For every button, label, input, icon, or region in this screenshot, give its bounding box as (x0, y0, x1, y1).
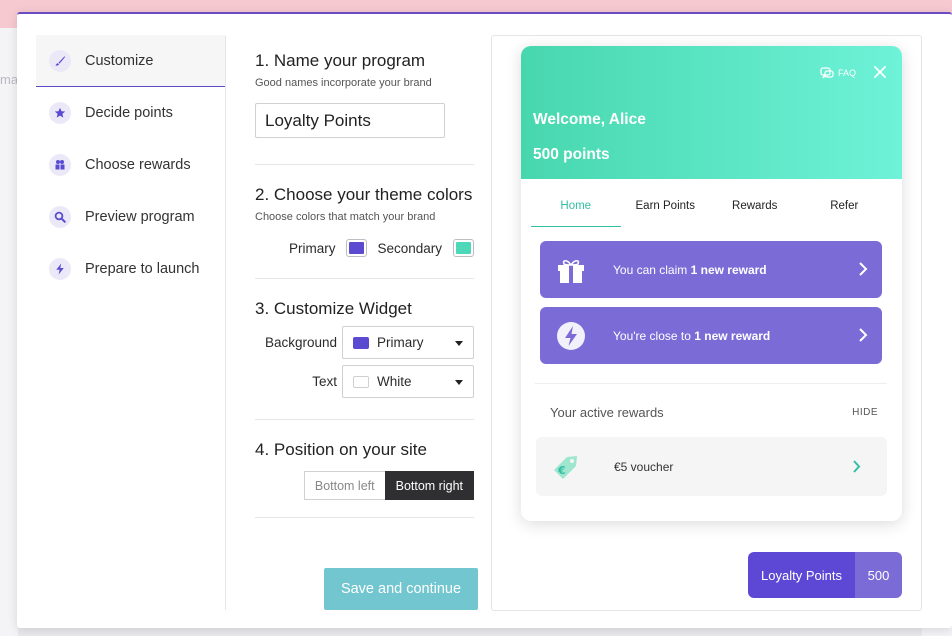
background-row: Background Primary (255, 326, 474, 359)
step-hint: Good names incorporate your brand (255, 77, 432, 89)
sidebar-item-customize[interactable]: Customize (36, 35, 226, 87)
chevron-right-icon (859, 328, 868, 342)
color-chip (353, 375, 369, 388)
background-select[interactable]: Primary (342, 326, 474, 359)
secondary-label: Secondary (377, 240, 442, 256)
text-color-select[interactable]: White (342, 365, 474, 398)
step-hint: Choose colors that match your brand (255, 211, 436, 223)
claim-reward-card[interactable]: You can claim 1 new reward (540, 241, 882, 298)
voucher-item[interactable]: € €5 voucher (536, 437, 887, 496)
step-title: 4. Position on your site (255, 440, 427, 459)
sidebar-item-preview-program[interactable]: Preview program (36, 191, 226, 243)
close-icon[interactable] (872, 64, 888, 80)
faq-label: FAQ (837, 68, 856, 78)
position-toggle: Bottom left Bottom right (255, 471, 474, 500)
program-name-input[interactable] (255, 103, 445, 138)
bottom-left-button[interactable]: Bottom left (303, 471, 385, 500)
sidebar-item-label: Prepare to launch (85, 261, 200, 277)
color-chip (353, 336, 369, 349)
step-name-program: 1. Name your program Good names incorpor… (255, 48, 474, 165)
step-position: 4. Position on your site Bottom left Bot… (255, 437, 474, 518)
tab-earn-points[interactable]: Earn Points (621, 194, 711, 227)
card-text-prefix: You're close to (613, 328, 695, 343)
gift-icon (49, 154, 71, 176)
primary-label: Primary (288, 240, 336, 256)
brush-icon (49, 49, 71, 72)
sidebar-item-prepare-launch[interactable]: Prepare to launch (36, 243, 226, 295)
active-rewards-heading: Your active rewards (550, 405, 664, 420)
faq-icon (820, 67, 834, 79)
backdrop-text: ma (0, 72, 19, 87)
tab-home[interactable]: Home (531, 194, 621, 227)
section-divider (255, 419, 474, 420)
sidebar-item-label: Decide points (85, 105, 173, 121)
launcher-name: Loyalty Points (748, 552, 855, 598)
section-divider (255, 164, 474, 165)
select-value: Primary (377, 335, 424, 350)
sidebar-item-label: Choose rewards (85, 157, 191, 173)
chevron-down-icon (455, 380, 463, 385)
bottom-right-button[interactable]: Bottom right (384, 471, 474, 500)
magnifier-icon (49, 206, 71, 228)
tag-icon: € (554, 455, 577, 479)
tab-rewards[interactable]: Rewards (710, 194, 800, 227)
step-theme-colors: 2. Choose your theme colors Choose color… (255, 182, 474, 279)
welcome-text: Welcome, Alice (533, 111, 646, 128)
card-text: You're close to 1 new reward (613, 329, 770, 343)
sidebar-item-decide-points[interactable]: Decide points (36, 87, 226, 139)
sidebar-divider (225, 36, 226, 610)
widget-divider (535, 383, 887, 384)
step-customize-widget: 3. Customize Widget Background Primary T… (255, 296, 474, 420)
svg-text:€: € (557, 464, 566, 477)
gift-box-icon (556, 255, 586, 285)
card-text-prefix: You can claim (613, 262, 691, 277)
chevron-right-icon (853, 460, 861, 473)
step-title: 1. Name your program (255, 51, 426, 70)
text-row: Text White (255, 365, 474, 398)
section-divider (255, 278, 474, 279)
chevron-down-icon (455, 341, 463, 346)
section-divider (255, 517, 474, 518)
backdrop-left: ma (0, 28, 18, 636)
bolt-icon (49, 258, 71, 280)
tab-refer[interactable]: Refer (800, 194, 890, 227)
step-title: 2. Choose your theme colors (255, 185, 473, 204)
select-value: White (377, 374, 412, 389)
save-and-continue-button[interactable]: Save and continue (324, 568, 478, 610)
background-label: Background (264, 335, 337, 350)
points-balance: 500 points (533, 146, 610, 163)
hide-button[interactable]: HIDE (852, 407, 878, 418)
sidebar-item-choose-rewards[interactable]: Choose rewards (36, 139, 226, 191)
text-label: Text (312, 374, 337, 389)
voucher-label: €5 voucher (614, 459, 674, 474)
chevron-right-icon (859, 262, 868, 276)
lightning-icon (556, 321, 586, 351)
settings-form: 1. Name your program Good names incorpor… (255, 48, 474, 518)
card-text-bold: 1 new reward (690, 262, 767, 277)
primary-color-swatch[interactable] (346, 239, 368, 257)
widget-tabs: Home Earn Points Rewards Refer (531, 194, 889, 227)
faq-link[interactable]: FAQ (820, 66, 856, 80)
card-text-bold: 1 new reward (694, 328, 771, 343)
color-row: Primary Secondary (255, 239, 474, 257)
loyalty-widget: FAQ Welcome, Alice 500 points Home Earn … (521, 46, 902, 521)
star-icon (49, 102, 71, 124)
sidebar-nav: Customize Decide points Choose rewards P… (36, 35, 226, 295)
launcher-points: 500 (855, 552, 902, 598)
sidebar-item-label: Preview program (85, 209, 195, 225)
setup-modal: Customize Decide points Choose rewards P… (17, 12, 952, 628)
step-title: 3. Customize Widget (255, 299, 412, 318)
sidebar-item-label: Customize (85, 52, 154, 69)
widget-preview-panel: FAQ Welcome, Alice 500 points Home Earn … (491, 35, 922, 611)
widget-header: FAQ Welcome, Alice 500 points (521, 46, 902, 179)
card-text: You can claim 1 new reward (613, 263, 767, 277)
widget-launcher-button[interactable]: Loyalty Points 500 (748, 552, 902, 598)
secondary-color-swatch[interactable] (453, 239, 474, 257)
close-to-reward-card[interactable]: You're close to 1 new reward (540, 307, 882, 364)
